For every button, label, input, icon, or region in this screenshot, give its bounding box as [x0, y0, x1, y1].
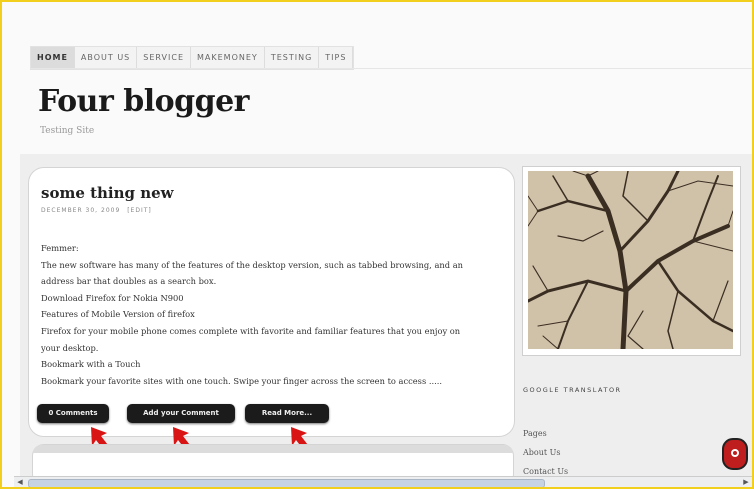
nav-item-home[interactable]: HOME	[31, 47, 75, 69]
nav-item-service[interactable]: SERVICE	[137, 47, 191, 69]
screenshot-frame: HOME ABOUT US SERVICE MAKEMONEY TESTING …	[0, 0, 754, 489]
scroll-right-icon[interactable]: ▶	[740, 477, 752, 487]
sidebar-tree-photo	[522, 166, 741, 356]
post-line: Bookmark your favorite sites with one to…	[41, 375, 443, 386]
translator-widget-title: GOOGLE TRANSLATOR	[523, 386, 622, 394]
nav-item-testing[interactable]: TESTING	[265, 47, 320, 69]
next-post-header-bar	[33, 445, 513, 453]
top-nav: HOME ABOUT US SERVICE MAKEMONEY TESTING …	[30, 46, 355, 70]
post-line: Firefox for your mobile phone comes comp…	[41, 325, 461, 336]
sidebar-link-contact-us[interactable]: Contact Us	[523, 467, 568, 475]
nav-divider	[30, 68, 752, 69]
post-line: your desktop.	[41, 342, 99, 353]
post-line: Bookmark with a Touch	[41, 359, 141, 370]
nav-item-makemoney[interactable]: MAKEMONEY	[191, 47, 265, 69]
nav-item-about-us[interactable]: ABOUT US	[75, 47, 138, 69]
post-line: address bar that doubles as a search box…	[41, 276, 217, 287]
post-title[interactable]: some thing new	[41, 184, 174, 202]
post-edit-link[interactable]: [EDIT]	[127, 207, 152, 214]
sidebar-link-about-us[interactable]: About Us	[523, 448, 560, 457]
gear-icon[interactable]	[722, 438, 748, 470]
read-more-button[interactable]: Read More...	[245, 404, 329, 423]
post-line: Download Firefox for Nokia N900	[41, 292, 184, 303]
post-body: Femmer: The new software has many of the…	[41, 240, 506, 389]
nav-item-tips[interactable]: TIPS	[319, 47, 354, 69]
horizontal-scrollbar[interactable]: ◀ ▶	[14, 476, 752, 487]
post-line: The new software has many of the feature…	[41, 259, 463, 270]
site-title[interactable]: Four blogger	[38, 84, 249, 119]
post-date-text: DECEMBER 30, 2009	[41, 207, 121, 214]
comments-button[interactable]: 0 Comments	[37, 404, 109, 423]
tree-photo	[528, 171, 733, 349]
post-line: Femmer:	[41, 243, 79, 253]
pages-label: Pages	[523, 429, 547, 438]
blog-post: some thing new DECEMBER 30, 2009 [EDIT] …	[28, 167, 515, 453]
scrollbar-thumb[interactable]	[28, 479, 545, 487]
scroll-left-icon[interactable]: ◀	[14, 477, 26, 487]
add-comment-button[interactable]: Add your Comment	[127, 404, 235, 423]
post-date: DECEMBER 30, 2009 [EDIT]	[41, 207, 152, 214]
post-line: Features of Mobile Version of firefox	[41, 309, 195, 320]
site-subtitle: Testing Site	[40, 126, 95, 136]
